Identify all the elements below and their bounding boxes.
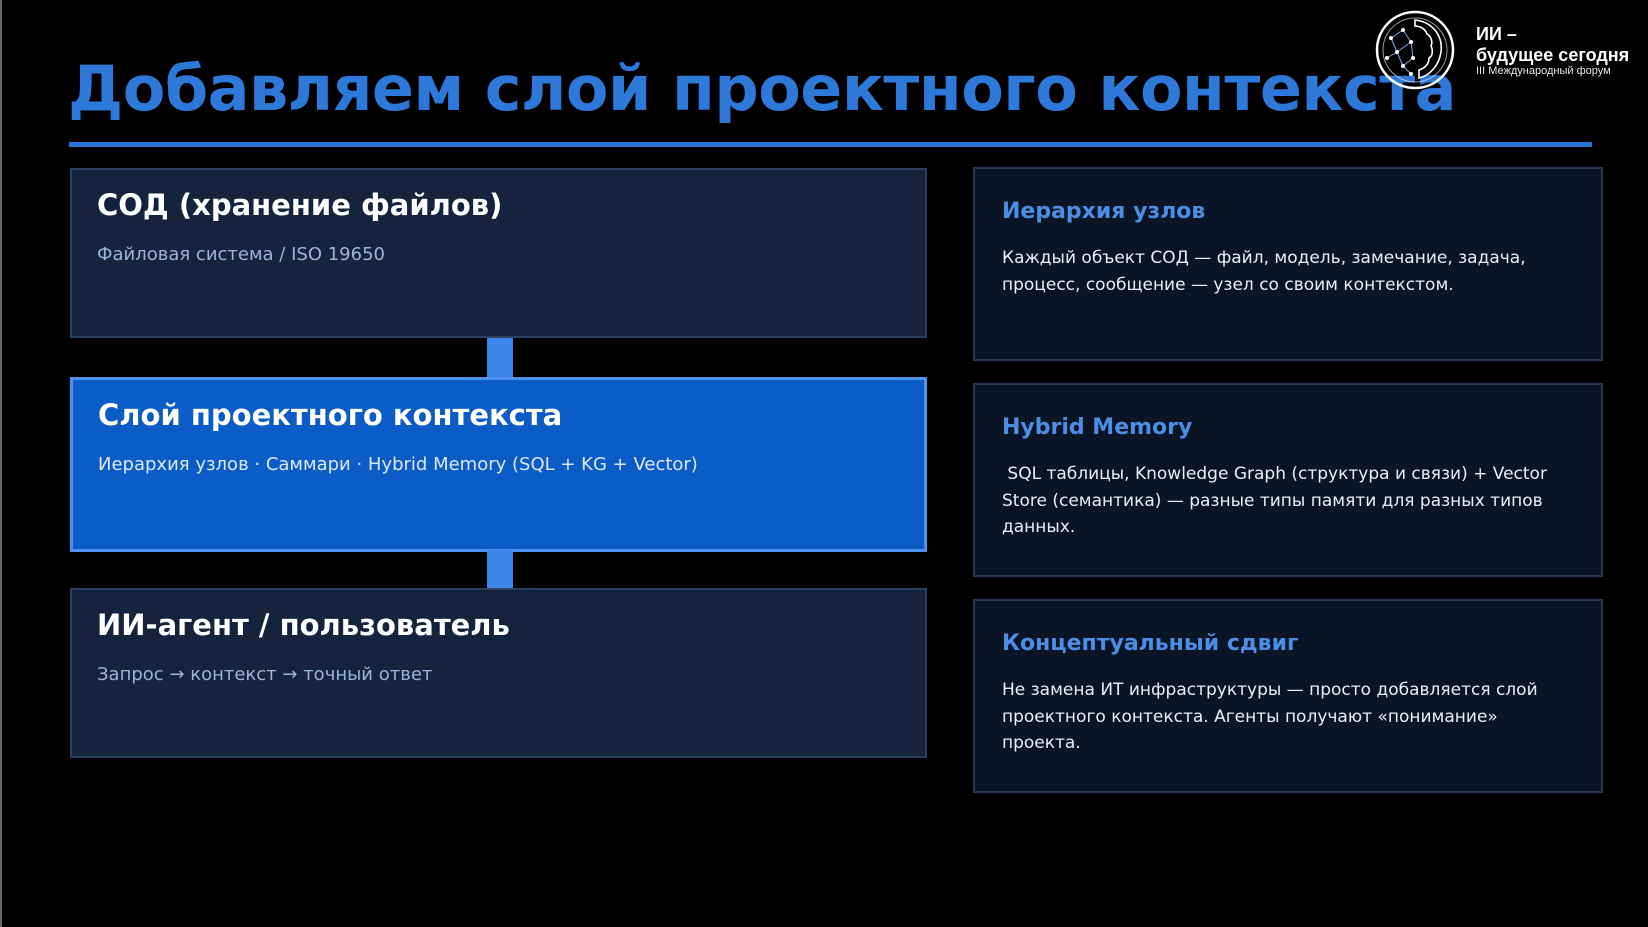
forum-logo: ИИ – будущее сегодня III Международный ф… [1373,8,1645,92]
layer-title: ИИ-агент / пользователь [97,608,510,642]
layer-ai-agent: ИИ-агент / пользователь Запрос → контекс… [70,588,927,758]
card-title: Концептуальный сдвиг [1002,631,1299,656]
card-text: Не замена ИТ инфраструктуры — просто доб… [1002,680,1538,753]
layer-subtitle: Файловая система / ISO 19650 [97,244,385,265]
slide-title: Добавляем слой проектного контекста [68,52,1456,125]
card-text: SQL таблицы, Knowledge Graph (структура … [1002,464,1553,537]
card-hybrid-memory: Hybrid Memory SQL таблицы, Knowledge Gra… [973,383,1603,577]
layer-subtitle: Запрос → контекст → точный ответ [97,664,433,685]
layer-connector [487,550,513,588]
logo-title-line-1: ИИ – [1476,24,1517,44]
title-underline [69,142,1592,147]
logo-title-line-2: будущее сегодня [1476,45,1630,65]
card-text: Каждый объект СОД — файл, модель, замеча… [1002,248,1526,295]
card-title: Hybrid Memory [1002,415,1193,440]
layer-title: СОД (хранение файлов) [97,188,503,222]
layer-title: Слой проектного контекста [98,398,563,432]
layer-project-context: Слой проектного контекста Иерархия узлов… [70,377,927,552]
card-node-hierarchy: Иерархия узлов Каждый объект СОД — файл,… [973,167,1603,361]
brain-globe-icon [1375,10,1455,90]
layer-storage: СОД (хранение файлов) Файловая система /… [70,168,927,338]
layer-subtitle: Иерархия узлов · Саммари · Hybrid Memory… [98,454,698,475]
card-conceptual-shift: Концептуальный сдвиг Не замена ИТ инфрас… [973,599,1603,793]
card-title: Иерархия узлов [1002,199,1206,224]
logo-subtitle: III Международный форум [1476,65,1611,77]
window-edge [0,0,2,927]
logo-title: ИИ – будущее сегодня [1476,24,1629,66]
layer-connector [487,338,513,378]
